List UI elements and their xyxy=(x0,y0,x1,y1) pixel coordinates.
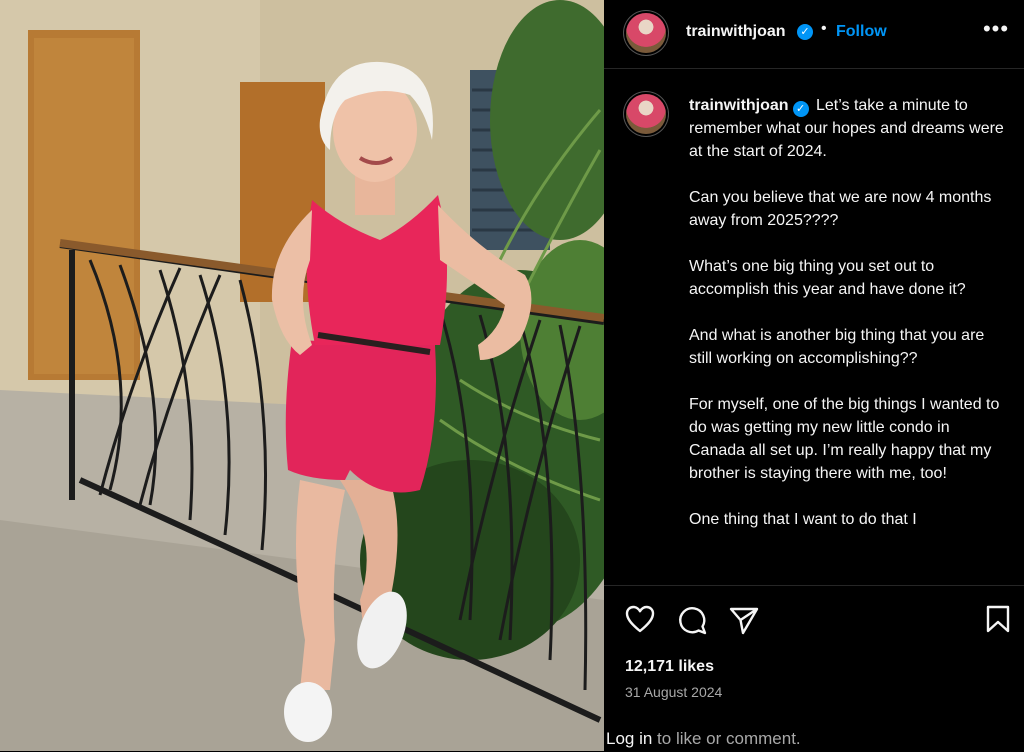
more-options-icon[interactable]: ••• xyxy=(982,18,1010,46)
caption-verified-badge-icon: ✓ xyxy=(792,101,809,117)
header-separator: • xyxy=(821,20,827,37)
post-date: 31 August 2024 xyxy=(625,684,723,700)
header-username[interactable]: trainwithjoan xyxy=(686,23,786,41)
follow-button[interactable]: Follow xyxy=(836,23,887,41)
caption-body: Let’s take a minute to remember what our… xyxy=(689,97,1004,528)
post-header: trainwithjoan ✓ • Follow ••• xyxy=(604,0,1024,69)
comment-icon[interactable] xyxy=(676,604,708,641)
bookmark-icon[interactable] xyxy=(984,604,1012,639)
caption-section[interactable]: trainwithjoan ✓ Let’s take a minute to re… xyxy=(604,69,1024,584)
login-prompt: Log in to like or comment. xyxy=(606,729,801,749)
share-icon[interactable] xyxy=(728,604,760,641)
heart-icon[interactable] xyxy=(624,604,656,639)
caption-username[interactable]: trainwithjoan xyxy=(689,97,789,114)
caption-avatar[interactable] xyxy=(626,94,666,134)
post-details-panel: trainwithjoan ✓ • Follow ••• trainwithjo… xyxy=(604,0,1024,752)
post-photo xyxy=(0,0,604,751)
post-photo-illustration xyxy=(0,0,604,751)
login-link[interactable]: Log in xyxy=(606,729,652,748)
verified-badge-icon: ✓ xyxy=(797,24,813,40)
avatar[interactable] xyxy=(626,13,666,53)
caption-text: trainwithjoan ✓ Let’s take a minute to re… xyxy=(689,94,1007,531)
action-bar: 12,171 likes 31 August 2024 Log in to li… xyxy=(604,585,1024,752)
likes-count[interactable]: 12,171 likes xyxy=(625,658,714,676)
login-prompt-text: to like or comment. xyxy=(652,729,801,748)
